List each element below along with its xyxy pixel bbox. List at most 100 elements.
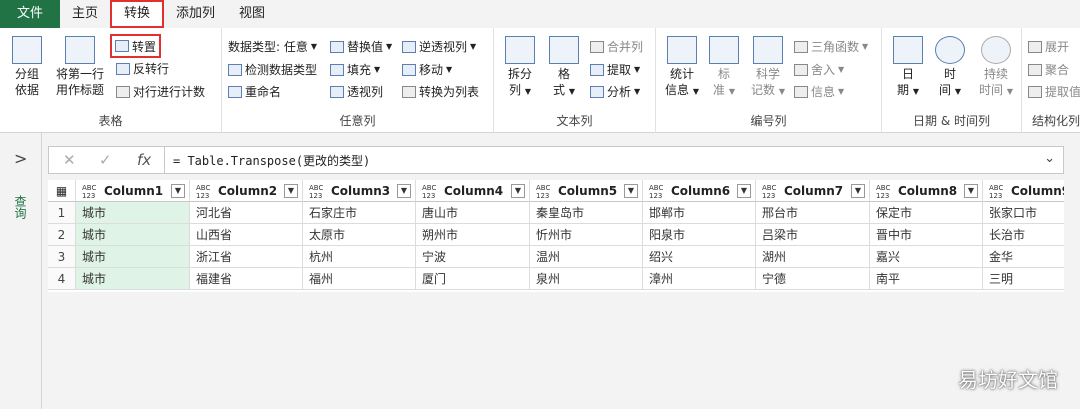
duration-button[interactable]: 持续 时间 ▼ <box>974 36 1018 100</box>
scientific-button[interactable]: 科学 记数 ▼ <box>748 36 788 100</box>
rounding-dropdown[interactable]: 舍入 ▼ <box>794 61 844 78</box>
filter-dropdown-icon[interactable]: ▼ <box>284 184 298 198</box>
table-cell[interactable]: 太原市 <box>303 224 416 246</box>
information-dropdown[interactable]: 信息 ▼ <box>794 83 844 100</box>
table-menu-icon[interactable]: ▦ <box>48 180 76 202</box>
table-cell[interactable]: 绍兴 <box>643 246 756 268</box>
table-cell[interactable]: 城市 <box>76 224 190 246</box>
table-cell[interactable]: 保定市 <box>870 202 983 224</box>
parse-dropdown[interactable]: 分析 ▼ <box>590 83 640 100</box>
table-cell[interactable]: 长治市 <box>983 224 1064 246</box>
count-rows-button[interactable]: 对行进行计数 <box>116 83 205 100</box>
table-cell[interactable]: 南平 <box>870 268 983 290</box>
table-cell[interactable]: 唐山市 <box>416 202 530 224</box>
tab-file[interactable]: 文件 <box>0 0 60 28</box>
filter-dropdown-icon[interactable]: ▼ <box>964 184 978 198</box>
trigonometry-dropdown[interactable]: 三角函数 ▼ <box>794 38 868 55</box>
merge-columns-button[interactable]: 合并列 <box>590 38 643 55</box>
table-cell[interactable]: 石家庄市 <box>303 202 416 224</box>
table-cell[interactable]: 泉州 <box>530 268 643 290</box>
table-cell[interactable]: 福州 <box>303 268 416 290</box>
unpivot-columns-dropdown[interactable]: 逆透视列 ▼ <box>402 38 476 55</box>
rename-button[interactable]: 重命名 <box>228 83 281 100</box>
column-header-8[interactable]: ABC 123 Column8 ▼ <box>870 180 983 202</box>
table-cell[interactable]: 邯郸市 <box>643 202 756 224</box>
table-cell[interactable]: 嘉兴 <box>870 246 983 268</box>
queries-panel-label[interactable]: 查询 <box>12 195 29 219</box>
aggregate-button[interactable]: 聚合 <box>1028 61 1069 78</box>
cancel-formula-icon[interactable]: ✕ <box>63 151 76 169</box>
table-cell[interactable]: 杭州 <box>303 246 416 268</box>
time-button[interactable]: 时 间 ▼ <box>932 36 968 100</box>
move-dropdown[interactable]: 移动 ▼ <box>402 61 452 78</box>
column-header-6[interactable]: ABC 123 Column6 ▼ <box>643 180 756 202</box>
fill-dropdown[interactable]: 填充 ▼ <box>330 61 380 78</box>
expand-panel-chevron-icon[interactable]: > <box>14 149 27 168</box>
column-header-2[interactable]: ABC 123 Column2 ▼ <box>190 180 303 202</box>
table-cell[interactable]: 秦皇岛市 <box>530 202 643 224</box>
extract-dropdown[interactable]: 提取 ▼ <box>590 61 640 78</box>
table-cell[interactable]: 张家口市 <box>983 202 1064 224</box>
filter-dropdown-icon[interactable]: ▼ <box>851 184 865 198</box>
replace-values-dropdown[interactable]: 替换值 ▼ <box>330 38 392 55</box>
column-header-7[interactable]: ABC 123 Column7 ▼ <box>756 180 870 202</box>
table-cell[interactable]: 晋中市 <box>870 224 983 246</box>
column-header-9[interactable]: ABC123 Column9 <box>983 180 1064 202</box>
table-cell[interactable]: 城市 <box>76 268 190 290</box>
filter-dropdown-icon[interactable]: ▼ <box>171 184 185 198</box>
row-index[interactable]: 3 <box>48 246 76 268</box>
table-cell[interactable]: 宁波 <box>416 246 530 268</box>
standard-button[interactable]: 标 准 ▼ <box>706 36 742 100</box>
row-index[interactable]: 1 <box>48 202 76 224</box>
tab-home[interactable]: 主页 <box>60 0 110 28</box>
group-by-button[interactable]: 分组 依据 <box>8 36 46 98</box>
fx-icon[interactable]: fx <box>137 151 151 169</box>
row-index[interactable]: 4 <box>48 268 76 290</box>
column-header-4[interactable]: ABC 123 Column4 ▼ <box>416 180 530 202</box>
statistics-button[interactable]: 统计 信息 ▼ <box>662 36 702 100</box>
table-cell[interactable]: 三明 <box>983 268 1064 290</box>
tab-transform[interactable]: 转换 <box>110 0 165 28</box>
table-cell[interactable]: 城市 <box>76 246 190 268</box>
tab-view[interactable]: 视图 <box>227 0 277 28</box>
table-cell[interactable]: 邢台市 <box>756 202 870 224</box>
table-cell[interactable]: 河北省 <box>190 202 303 224</box>
extract-values-button[interactable]: 提取值 <box>1028 83 1080 100</box>
table-cell[interactable]: 湖州 <box>756 246 870 268</box>
table-cell[interactable]: 城市 <box>76 202 190 224</box>
filter-dropdown-icon[interactable]: ▼ <box>624 184 638 198</box>
detect-data-type-button[interactable]: 检测数据类型 <box>228 61 317 78</box>
table-cell[interactable]: 金华 <box>983 246 1064 268</box>
date-button[interactable]: 日 期 ▼ <box>888 36 928 100</box>
use-first-row-as-headers-button[interactable]: 将第一行 用作标题 <box>50 36 110 98</box>
format-button[interactable]: 格 式 ▼ <box>546 36 582 100</box>
table-cell[interactable]: 温州 <box>530 246 643 268</box>
column-header-3[interactable]: ABC 123 Column3 ▼ <box>303 180 416 202</box>
table-cell[interactable]: 漳州 <box>643 268 756 290</box>
table-cell[interactable]: 忻州市 <box>530 224 643 246</box>
expand-button[interactable]: 展开 <box>1028 38 1069 55</box>
expand-formula-chevron-icon[interactable]: ⌄ <box>1044 151 1055 166</box>
column-header-5[interactable]: ABC 123 Column5 ▼ <box>530 180 643 202</box>
pivot-column-button[interactable]: 透视列 <box>330 83 383 100</box>
tab-add-column[interactable]: 添加列 <box>164 0 227 28</box>
filter-dropdown-icon[interactable]: ▼ <box>737 184 751 198</box>
filter-dropdown-icon[interactable]: ▼ <box>397 184 411 198</box>
table-cell[interactable]: 山西省 <box>190 224 303 246</box>
column-header-1[interactable]: ABC 123 Column1 ▼ <box>76 180 190 202</box>
reverse-rows-button[interactable]: 反转行 <box>116 60 169 77</box>
transpose-button[interactable]: 转置 <box>109 34 162 58</box>
table-cell[interactable]: 浙江省 <box>190 246 303 268</box>
row-index[interactable]: 2 <box>48 224 76 246</box>
table-cell[interactable]: 朔州市 <box>416 224 530 246</box>
formula-input[interactable]: = Table.Transpose(更改的类型) <box>173 152 370 169</box>
split-column-button[interactable]: 拆分 列 ▼ <box>502 36 538 100</box>
vertical-scrollbar[interactable] <box>1064 180 1080 409</box>
table-cell[interactable]: 吕梁市 <box>756 224 870 246</box>
data-type-dropdown[interactable]: 数据类型: 任意 ▼ <box>228 38 317 55</box>
table-cell[interactable]: 宁德 <box>756 268 870 290</box>
table-cell[interactable]: 福建省 <box>190 268 303 290</box>
convert-to-list-button[interactable]: 转换为列表 <box>402 83 479 100</box>
table-cell[interactable]: 厦门 <box>416 268 530 290</box>
filter-dropdown-icon[interactable]: ▼ <box>511 184 525 198</box>
